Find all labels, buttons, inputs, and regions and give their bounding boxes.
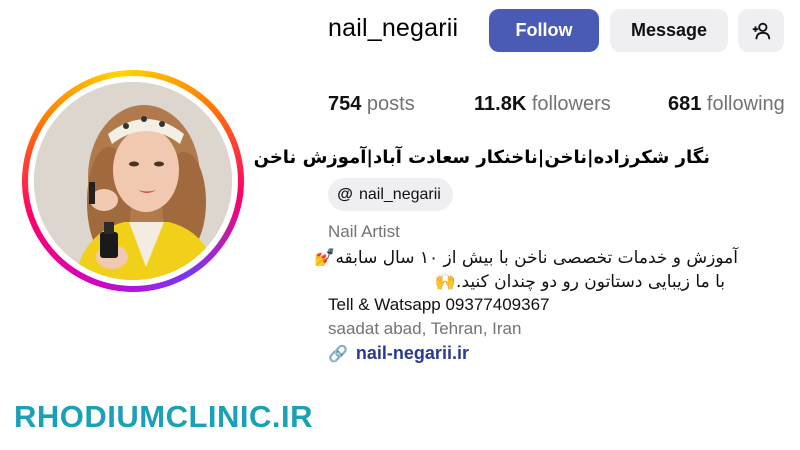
bio-line-1: آموزش و خدمات تخصصی ناخن با بیش از ۱۰ سا… — [314, 248, 738, 268]
follow-button[interactable]: Follow — [489, 9, 599, 52]
posts-label: posts — [361, 93, 415, 115]
website-url: nail-negarii.ir — [355, 343, 469, 363]
posts-count: 754 posts — [328, 93, 415, 116]
username: nail_negarii — [328, 14, 459, 42]
bio-line-1-text: آموزش و خدمات تخصصی ناخن با بیش از ۱۰ سا… — [335, 248, 738, 268]
following-link[interactable]: 681 following — [668, 93, 785, 116]
hands-icon: 🙌 — [434, 272, 457, 292]
threads-badge[interactable]: @ nail_negarii — [328, 178, 453, 211]
location-text: saadat abad, Tehran, Iran — [328, 319, 522, 338]
website-link[interactable]: 🔗 nail-negarii.ir — [328, 343, 469, 364]
followers-label: followers — [526, 93, 611, 115]
contact-line: Tell & Watsapp 09377409367 — [328, 295, 550, 314]
threads-handle: nail_negarii — [359, 185, 441, 203]
watermark: RHODIUMCLINIC.IR — [14, 399, 314, 434]
profile-stats: 754 posts 11.8K followers 681 following — [0, 93, 800, 119]
message-button[interactable]: Message — [610, 9, 728, 52]
threads-icon: @ — [337, 185, 353, 203]
following-number: 681 — [668, 93, 702, 115]
followers-number: 11.8K — [474, 93, 527, 115]
followers-link[interactable]: 11.8K followers — [474, 93, 611, 116]
following-label: following — [701, 93, 785, 115]
bio-line-2: با ما زیبایی دستاتون رو دو چندان کنید.🙌 — [435, 272, 725, 292]
nail-polish-icon: 💅 — [314, 248, 336, 268]
add-user-icon — [752, 22, 771, 39]
full-name: نگار شکرزاده|ناخن|ناخنکار سعادت آباد|آمو… — [253, 147, 710, 168]
bio-line-2-text: با ما زیبایی دستاتون رو دو چندان کنید. — [456, 272, 725, 292]
category-label: Nail Artist — [328, 222, 400, 241]
add-user-button[interactable] — [738, 9, 784, 52]
link-icon: 🔗 — [328, 344, 348, 363]
posts-number: 754 — [328, 93, 362, 115]
